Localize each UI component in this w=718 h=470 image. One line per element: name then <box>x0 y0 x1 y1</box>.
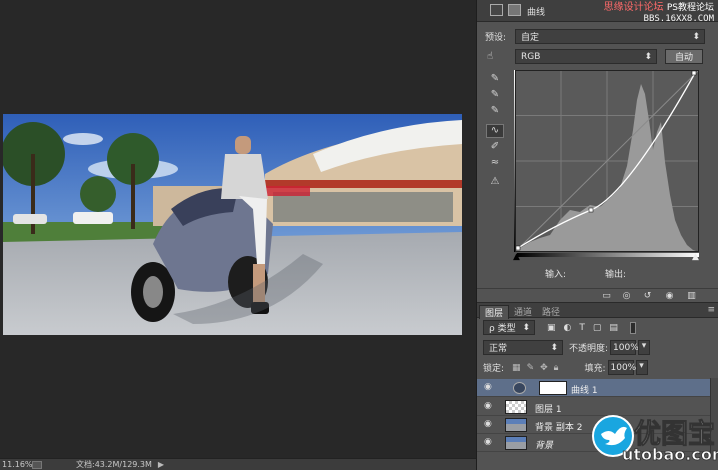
logo-watermark: 优图宝 utobao.com <box>587 408 718 470</box>
opacity-slider-arrow-icon[interactable]: ▾ <box>638 340 651 355</box>
output-label: 输出: <box>605 270 627 280</box>
visibility-eye-icon[interactable]: ◉ <box>484 438 494 447</box>
layers-tabs: 图层 通道 路径 ≡ <box>477 302 718 319</box>
status-menu-arrow-icon[interactable]: ▶ <box>158 460 164 469</box>
blend-mode-dropdown[interactable]: 正常 ⬍ <box>483 340 563 355</box>
layer-thumbnail[interactable] <box>505 418 527 432</box>
lock-label: 锁定: <box>483 364 505 374</box>
layer-mask-icon[interactable] <box>508 4 521 16</box>
auto-button[interactable]: 自动 <box>665 49 703 64</box>
black-point-slider-icon[interactable]: ▲ <box>513 252 520 262</box>
filter-type-icon[interactable]: T <box>579 323 585 333</box>
lock-position-icon[interactable]: ✥ <box>540 363 548 373</box>
channel-value: RGB <box>521 51 541 62</box>
filter-shape-icon[interactable]: ▢ <box>593 323 602 333</box>
filter-toggle[interactable] <box>629 321 636 334</box>
filter-kind-value: ρ 类型 <box>489 324 516 334</box>
filter-adjustment-icon[interactable]: ◐ <box>564 323 572 333</box>
input-label: 输入: <box>545 270 567 280</box>
pencil-tool-icon[interactable]: ✐ <box>486 141 504 155</box>
layer-thumbnail[interactable] <box>505 436 527 450</box>
watermark-text-1b: PS教程论坛 <box>666 3 714 13</box>
filter-kind-dropdown[interactable]: ρ 类型 ⬍ <box>483 320 535 335</box>
lock-transparent-icon[interactable]: ▦ <box>512 363 521 373</box>
doc-info: 文档:43.2M/129.3M <box>76 460 152 469</box>
layer-filter-row: ρ 类型 ⬍ ▣ ◐ T ▢ ▤ <box>483 320 636 335</box>
layer-name[interactable]: 背景 <box>535 438 553 451</box>
layer-mask-thumbnail[interactable] <box>539 381 567 395</box>
fill-value: 100% <box>610 362 637 373</box>
clip-to-layer-icon[interactable]: ▭ <box>601 292 612 301</box>
opacity-field[interactable]: 100% <box>610 340 639 355</box>
fill-slider-arrow-icon[interactable]: ▾ <box>635 360 648 375</box>
blend-mode-value: 正常 <box>489 344 508 354</box>
dropdown-arrow-icon: ⬍ <box>644 51 652 62</box>
properties-title: 曲线 <box>527 8 546 18</box>
filter-pixel-icon[interactable]: ▣ <box>547 323 556 333</box>
logo-text-en: utobao.com <box>622 445 718 465</box>
lock-row: 锁定: ▦ ✎ ✥ 🔒︎ 填充: 100% ▾ <box>483 360 648 375</box>
blend-row: 正常 ⬍ 不透明度: 100% ▾ <box>483 340 651 355</box>
opacity-value: 100% <box>613 342 639 353</box>
dropdown-arrow-icon: ⬍ <box>692 31 700 42</box>
tab-paths[interactable]: 路径 <box>537 305 565 318</box>
eyedropper-black-icon[interactable]: ✎ <box>486 73 504 87</box>
layer-name[interactable]: 曲线 1 <box>571 383 598 396</box>
properties-footer: ▭ ◎ ↺ ◉ ▥ <box>477 288 718 302</box>
watermark-top: 思缘设计论坛 PS教程论坛 BBS.16XX8.COM <box>604 2 714 25</box>
curve-point-tool-icon[interactable]: ∿ <box>486 124 504 138</box>
document-image[interactable] <box>3 114 462 335</box>
panel-menu-icon[interactable]: ≡ <box>707 305 715 315</box>
curves-adjustment-icon[interactable] <box>490 4 503 16</box>
input-gradient-bar <box>517 253 699 257</box>
eyedropper-white-icon[interactable]: ✎ <box>486 105 504 119</box>
filter-smart-object-icon[interactable]: ▤ <box>609 323 618 333</box>
zoom-level[interactable]: 11.16% <box>0 460 33 469</box>
preset-value: 自定 <box>521 33 540 43</box>
dropdown-arrow-icon: ⬍ <box>522 322 530 333</box>
curves-graph[interactable] <box>514 69 700 253</box>
hand-target-icon[interactable]: ☝ <box>487 51 515 62</box>
smooth-curve-icon[interactable]: ≈ <box>486 157 504 171</box>
curves-layer-icon <box>513 382 526 394</box>
lock-image-icon[interactable]: ✎ <box>527 363 535 373</box>
opacity-label: 不透明度: <box>569 344 609 354</box>
view-previous-icon[interactable]: ◎ <box>621 292 632 301</box>
right-panel: 曲线 思缘设计论坛 PS教程论坛 BBS.16XX8.COM 预设: 自定 ⬍ … <box>476 0 718 470</box>
delete-icon[interactable]: ▥ <box>686 292 697 301</box>
tab-channels[interactable]: 通道 <box>509 305 537 318</box>
clipping-warning-icon[interactable]: ⚠ <box>486 176 504 190</box>
visibility-eye-icon[interactable]: ◉ <box>484 402 494 411</box>
preset-dropdown[interactable]: 自定 ⬍ <box>515 29 705 44</box>
watermark-text-1: 思缘设计论坛 <box>603 2 664 13</box>
visibility-eye-icon[interactable]: ◉ <box>484 383 494 392</box>
layer-row[interactable]: ◉ 曲线 1 <box>477 379 710 397</box>
fill-field[interactable]: 100% <box>607 360 637 375</box>
lock-all-icon[interactable]: 🔒︎ <box>554 363 559 373</box>
visibility-eye-icon[interactable]: ◉ <box>664 292 675 301</box>
layer-name[interactable]: 背景 副本 2 <box>535 420 582 433</box>
channel-row: ☝ RGB ⬍ 自动 <box>487 49 703 64</box>
photoshop-window: 11.16% 文档:43.2M/129.3M ▶ 曲线 思缘设计论坛 PS教程论… <box>0 0 718 470</box>
layer-name[interactable]: 图层 1 <box>535 402 562 415</box>
dropdown-arrow-icon: ⬍ <box>550 342 558 353</box>
layer-thumbnail[interactable] <box>505 400 527 414</box>
preset-label: 预设: <box>485 33 507 43</box>
white-point-slider-icon[interactable]: ▲ <box>692 252 699 262</box>
status-bar: 11.16% 文档:43.2M/129.3M ▶ <box>0 458 476 470</box>
properties-header: 曲线 思缘设计论坛 PS教程论坛 BBS.16XX8.COM <box>477 0 718 25</box>
visibility-eye-icon[interactable]: ◉ <box>484 420 494 429</box>
eyedropper-gray-icon[interactable]: ✎ <box>486 89 504 103</box>
preset-row: 预设: 自定 ⬍ <box>485 29 705 44</box>
reset-icon[interactable]: ↺ <box>642 292 653 301</box>
canvas-area[interactable] <box>0 0 476 458</box>
watermark-text-2: BBS.16XX8.COM <box>643 14 714 24</box>
channel-dropdown[interactable]: RGB ⬍ <box>515 49 657 64</box>
fill-label: 填充: <box>584 364 606 374</box>
status-icon[interactable] <box>32 460 42 469</box>
tab-layers[interactable]: 图层 <box>479 305 510 319</box>
